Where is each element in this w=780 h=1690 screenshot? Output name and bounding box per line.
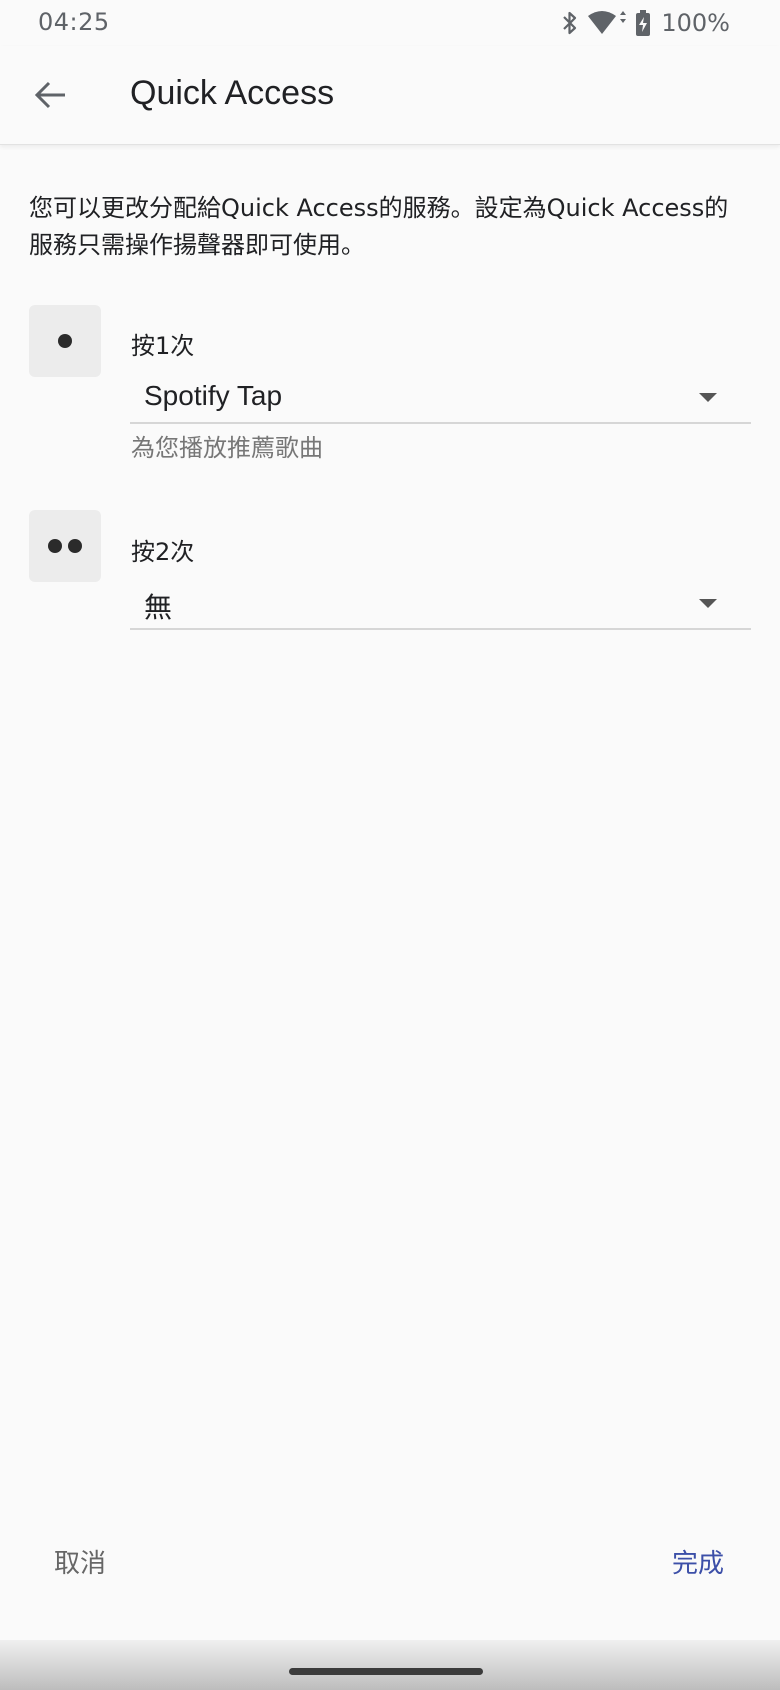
dot bbox=[68, 539, 82, 553]
press-once-label: 按1次 bbox=[131, 332, 195, 360]
wifi-icon bbox=[588, 11, 627, 34]
dropdown-arrow-icon bbox=[699, 393, 717, 402]
press-once-selected-value: Spotify Tap bbox=[144, 380, 283, 411]
dot bbox=[48, 539, 62, 553]
done-button[interactable]: 完成 bbox=[672, 1543, 724, 1580]
app-bar: Quick Access bbox=[0, 46, 780, 145]
battery-charging-icon bbox=[636, 10, 651, 36]
press-twice-label: 按2次 bbox=[131, 538, 195, 566]
status-bar: 04:25 100% bbox=[0, 0, 780, 46]
page-title: Quick Access bbox=[130, 74, 335, 112]
bluetooth-icon bbox=[563, 11, 577, 35]
screen: 04:25 100% Quick Access 您可以更改分配給Quick Ac… bbox=[0, 0, 780, 1690]
press-once-dropdown[interactable]: Spotify Tap bbox=[130, 378, 751, 424]
arrow-back-icon bbox=[34, 81, 65, 109]
press-twice-selected-value: 無 bbox=[144, 592, 173, 623]
dropdown-arrow-icon bbox=[699, 599, 717, 608]
back-button[interactable] bbox=[22, 66, 80, 124]
navigation-bar bbox=[0, 1640, 780, 1690]
double-dot-icon bbox=[29, 510, 101, 582]
press-once-subtext: 為您播放推薦歌曲 bbox=[131, 434, 323, 462]
cancel-button[interactable]: 取消 bbox=[54, 1543, 106, 1580]
press-twice-dropdown[interactable]: 無 bbox=[130, 584, 751, 630]
status-time: 04:25 bbox=[38, 8, 110, 36]
home-gesture-handle[interactable] bbox=[289, 1668, 483, 1675]
single-dot-icon bbox=[29, 305, 101, 377]
description-text: 您可以更改分配給Quick Access的服務。設定為Quick Access的… bbox=[29, 194, 729, 259]
status-icons: 100% bbox=[561, 6, 730, 40]
battery-percent: 100% bbox=[661, 9, 730, 37]
dot bbox=[58, 334, 72, 348]
